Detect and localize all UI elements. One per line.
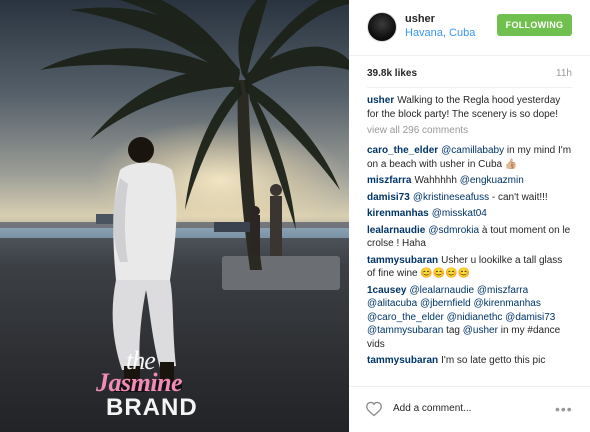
caption-username[interactable]: usher <box>367 95 394 106</box>
comment-mention[interactable]: @camillababy <box>441 145 504 156</box>
post-photo[interactable]: the Jasmine BRAND <box>0 0 349 432</box>
watermark-brand: BRAND <box>106 394 198 421</box>
list-item: miszfarra Wahhhhh @engkuazmin <box>367 174 572 188</box>
list-item: tammysubaran I'm so late getto this pic <box>367 354 572 368</box>
list-item: 1causey @lealarnaudie @miszfarra @alitacu… <box>367 284 572 352</box>
post-footer: Add a comment... ••• <box>349 386 590 432</box>
post-timestamp[interactable]: 11h <box>556 68 572 79</box>
comment-username[interactable]: tammysubaran <box>367 355 438 366</box>
avatar[interactable] <box>367 12 397 42</box>
comment-mention[interactable]: @engkuazmin <box>460 175 524 186</box>
comment-text: - can't wait!!! <box>489 191 548 203</box>
post-username[interactable]: usher <box>405 13 435 25</box>
comment-mention[interactable]: @usher <box>463 325 498 336</box>
list-item: caro_the_elder @camillababy in my mind I'… <box>367 144 572 171</box>
post-location[interactable]: Havana, Cuba <box>405 27 475 39</box>
comment-username[interactable]: tammysubaran <box>367 255 438 266</box>
likes-count[interactable]: 39.8k likes <box>367 68 417 79</box>
caption-text: Walking to the Regla hood yesterday for … <box>367 95 561 120</box>
comment-username[interactable]: miszfarra <box>367 175 411 186</box>
more-dots-icon[interactable]: ••• <box>555 401 573 417</box>
caption: usher Walking to the Regla hood yesterday… <box>367 94 572 121</box>
comment-emoji: 😊😊😊😊 <box>420 268 471 279</box>
comments-list: usher Walking to the Regla hood yesterday… <box>367 94 572 386</box>
list-item: kirenmanhas @misskat04 <box>367 207 572 221</box>
comment-text: I'm so late getto this pic <box>441 355 546 366</box>
comment-username[interactable]: damisi73 <box>367 192 410 203</box>
comment-username[interactable]: kirenmanhas <box>367 208 429 219</box>
following-button[interactable]: FOLLOWING <box>497 14 572 36</box>
comment-username[interactable]: 1causey <box>367 285 406 296</box>
list-item: damisi73 @kristineseafuss - can't wait!!! <box>367 191 572 205</box>
likes-row: 39.8k likes 11h <box>367 68 572 82</box>
comment-text: Wahhhhh <box>414 175 460 186</box>
comment-mention[interactable]: @kristineseafuss <box>413 192 489 203</box>
comment-username[interactable]: caro_the_elder <box>367 145 438 156</box>
comment-mention[interactable]: @misskat04 <box>432 208 487 219</box>
jasmine-brand-watermark: the Jasmine BRAND <box>96 346 216 426</box>
post-header: usher Havana, Cuba FOLLOWING <box>349 0 590 56</box>
list-item: tammysubaran Usher u lookilke a tall glas… <box>367 254 572 281</box>
comment-text: tag <box>443 325 463 336</box>
add-comment-input[interactable]: Add a comment... <box>393 403 471 414</box>
view-all-comments-link[interactable]: view all 296 comments <box>367 124 572 138</box>
heart-outline-icon[interactable] <box>365 401 383 417</box>
comment-username[interactable]: lealarnaudie <box>367 225 425 236</box>
post-side-panel: usher Havana, Cuba FOLLOWING 39.8k likes… <box>349 0 590 432</box>
divider <box>367 87 572 88</box>
comment-mention[interactable]: @sdmrokia <box>428 225 479 236</box>
list-item: lealarnaudie @sdmrokia à tout moment on l… <box>367 224 572 251</box>
